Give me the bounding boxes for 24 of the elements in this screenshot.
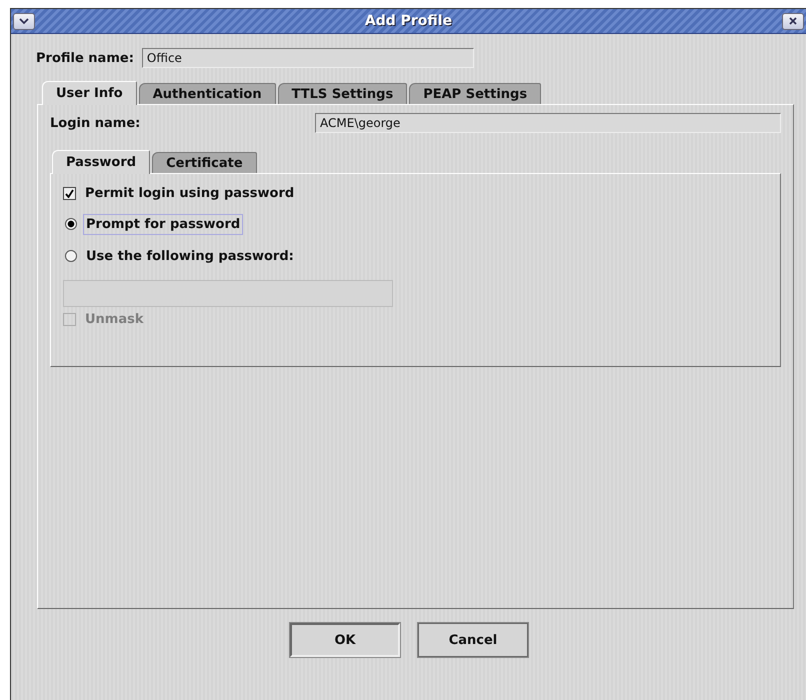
radio-label: Use the following password:	[85, 248, 295, 266]
dialog-button[interactable]: Cancel	[418, 623, 528, 657]
window-menu-button[interactable]	[13, 12, 35, 30]
tab[interactable]: Certificate	[152, 152, 257, 173]
profile-name-field[interactable]: Office	[142, 48, 474, 68]
tab[interactable]: User Info	[42, 81, 137, 105]
tab[interactable]: TTLS Settings	[278, 83, 408, 104]
dialog-button[interactable]: OK	[290, 623, 400, 657]
close-button[interactable]	[782, 12, 804, 30]
tab[interactable]: Authentication	[138, 83, 276, 104]
checkbox[interactable]	[63, 187, 76, 200]
tab[interactable]: PEAP Settings	[409, 83, 542, 104]
checkbox-label: Permit login using password	[84, 185, 296, 203]
login-name-label: Login name:	[50, 116, 142, 130]
radio-button[interactable]	[65, 250, 77, 262]
chevron-down-icon	[19, 18, 29, 24]
radio-button[interactable]	[65, 218, 77, 230]
radio-label: Prompt for password	[83, 214, 244, 234]
profile-name-label: Profile name:	[36, 50, 134, 66]
close-icon	[789, 17, 797, 25]
window-title: Add Profile	[364, 13, 454, 29]
checkbox-label: Unmask	[84, 311, 145, 329]
login-name-field[interactable]: ACME\george	[315, 113, 781, 133]
tab[interactable]: Password	[52, 150, 150, 174]
